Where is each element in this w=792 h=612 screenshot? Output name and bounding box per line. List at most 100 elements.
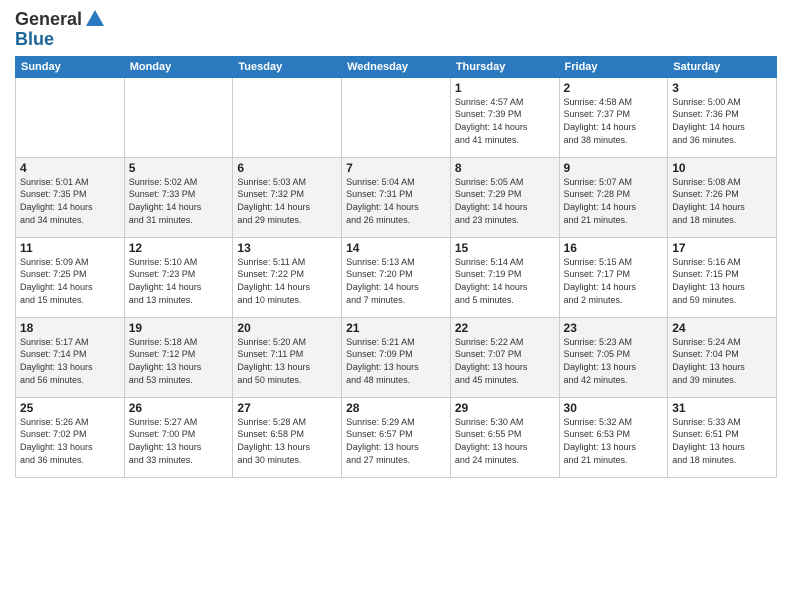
table-row: 9Sunrise: 5:07 AMSunset: 7:28 PMDaylight… — [559, 157, 668, 237]
table-row: 7Sunrise: 5:04 AMSunset: 7:31 PMDaylight… — [342, 157, 451, 237]
day-number: 16 — [564, 241, 664, 255]
day-number: 8 — [455, 161, 555, 175]
calendar-week-1: 4Sunrise: 5:01 AMSunset: 7:35 PMDaylight… — [16, 157, 777, 237]
day-info: Sunrise: 5:24 AMSunset: 7:04 PMDaylight:… — [672, 336, 772, 386]
day-info: Sunrise: 5:16 AMSunset: 7:15 PMDaylight:… — [672, 256, 772, 306]
day-info: Sunrise: 5:14 AMSunset: 7:19 PMDaylight:… — [455, 256, 555, 306]
table-row: 12Sunrise: 5:10 AMSunset: 7:23 PMDayligh… — [124, 237, 233, 317]
day-number: 26 — [129, 401, 229, 415]
table-row: 6Sunrise: 5:03 AMSunset: 7:32 PMDaylight… — [233, 157, 342, 237]
day-number: 18 — [20, 321, 120, 335]
day-number: 29 — [455, 401, 555, 415]
table-row: 5Sunrise: 5:02 AMSunset: 7:33 PMDaylight… — [124, 157, 233, 237]
table-row: 17Sunrise: 5:16 AMSunset: 7:15 PMDayligh… — [668, 237, 777, 317]
day-info: Sunrise: 5:07 AMSunset: 7:28 PMDaylight:… — [564, 176, 664, 226]
table-row: 31Sunrise: 5:33 AMSunset: 6:51 PMDayligh… — [668, 397, 777, 477]
day-info: Sunrise: 5:15 AMSunset: 7:17 PMDaylight:… — [564, 256, 664, 306]
day-number: 11 — [20, 241, 120, 255]
col-tuesday: Tuesday — [233, 56, 342, 77]
day-info: Sunrise: 5:27 AMSunset: 7:00 PMDaylight:… — [129, 416, 229, 466]
day-info: Sunrise: 5:05 AMSunset: 7:29 PMDaylight:… — [455, 176, 555, 226]
table-row: 22Sunrise: 5:22 AMSunset: 7:07 PMDayligh… — [450, 317, 559, 397]
day-number: 12 — [129, 241, 229, 255]
day-info: Sunrise: 5:30 AMSunset: 6:55 PMDaylight:… — [455, 416, 555, 466]
day-info: Sunrise: 5:10 AMSunset: 7:23 PMDaylight:… — [129, 256, 229, 306]
calendar-week-0: 1Sunrise: 4:57 AMSunset: 7:39 PMDaylight… — [16, 77, 777, 157]
day-info: Sunrise: 5:26 AMSunset: 7:02 PMDaylight:… — [20, 416, 120, 466]
table-row: 14Sunrise: 5:13 AMSunset: 7:20 PMDayligh… — [342, 237, 451, 317]
day-info: Sunrise: 5:23 AMSunset: 7:05 PMDaylight:… — [564, 336, 664, 386]
table-row: 20Sunrise: 5:20 AMSunset: 7:11 PMDayligh… — [233, 317, 342, 397]
table-row: 26Sunrise: 5:27 AMSunset: 7:00 PMDayligh… — [124, 397, 233, 477]
day-number: 9 — [564, 161, 664, 175]
day-info: Sunrise: 5:01 AMSunset: 7:35 PMDaylight:… — [20, 176, 120, 226]
day-info: Sunrise: 4:57 AMSunset: 7:39 PMDaylight:… — [455, 96, 555, 146]
day-number: 6 — [237, 161, 337, 175]
table-row: 13Sunrise: 5:11 AMSunset: 7:22 PMDayligh… — [233, 237, 342, 317]
table-row: 2Sunrise: 4:58 AMSunset: 7:37 PMDaylight… — [559, 77, 668, 157]
table-row: 27Sunrise: 5:28 AMSunset: 6:58 PMDayligh… — [233, 397, 342, 477]
table-row: 10Sunrise: 5:08 AMSunset: 7:26 PMDayligh… — [668, 157, 777, 237]
logo: General Blue — [15, 10, 106, 50]
table-row: 18Sunrise: 5:17 AMSunset: 7:14 PMDayligh… — [16, 317, 125, 397]
table-row: 11Sunrise: 5:09 AMSunset: 7:25 PMDayligh… — [16, 237, 125, 317]
col-friday: Friday — [559, 56, 668, 77]
table-row: 30Sunrise: 5:32 AMSunset: 6:53 PMDayligh… — [559, 397, 668, 477]
header: General Blue — [15, 10, 777, 50]
day-info: Sunrise: 5:00 AMSunset: 7:36 PMDaylight:… — [672, 96, 772, 146]
day-info: Sunrise: 5:04 AMSunset: 7:31 PMDaylight:… — [346, 176, 446, 226]
table-row: 25Sunrise: 5:26 AMSunset: 7:02 PMDayligh… — [16, 397, 125, 477]
day-number: 20 — [237, 321, 337, 335]
table-row: 21Sunrise: 5:21 AMSunset: 7:09 PMDayligh… — [342, 317, 451, 397]
calendar-week-2: 11Sunrise: 5:09 AMSunset: 7:25 PMDayligh… — [16, 237, 777, 317]
calendar-table: Sunday Monday Tuesday Wednesday Thursday… — [15, 56, 777, 478]
table-row: 15Sunrise: 5:14 AMSunset: 7:19 PMDayligh… — [450, 237, 559, 317]
day-info: Sunrise: 5:13 AMSunset: 7:20 PMDaylight:… — [346, 256, 446, 306]
day-number: 15 — [455, 241, 555, 255]
day-info: Sunrise: 5:02 AMSunset: 7:33 PMDaylight:… — [129, 176, 229, 226]
day-number: 23 — [564, 321, 664, 335]
table-row: 4Sunrise: 5:01 AMSunset: 7:35 PMDaylight… — [16, 157, 125, 237]
table-row: 16Sunrise: 5:15 AMSunset: 7:17 PMDayligh… — [559, 237, 668, 317]
day-number: 1 — [455, 81, 555, 95]
table-row: 8Sunrise: 5:05 AMSunset: 7:29 PMDaylight… — [450, 157, 559, 237]
day-info: Sunrise: 5:08 AMSunset: 7:26 PMDaylight:… — [672, 176, 772, 226]
day-number: 30 — [564, 401, 664, 415]
logo-general: General — [15, 10, 82, 30]
table-row: 3Sunrise: 5:00 AMSunset: 7:36 PMDaylight… — [668, 77, 777, 157]
day-info: Sunrise: 5:22 AMSunset: 7:07 PMDaylight:… — [455, 336, 555, 386]
day-info: Sunrise: 5:09 AMSunset: 7:25 PMDaylight:… — [20, 256, 120, 306]
day-number: 31 — [672, 401, 772, 415]
col-wednesday: Wednesday — [342, 56, 451, 77]
day-info: Sunrise: 5:33 AMSunset: 6:51 PMDaylight:… — [672, 416, 772, 466]
day-number: 4 — [20, 161, 120, 175]
day-info: Sunrise: 5:20 AMSunset: 7:11 PMDaylight:… — [237, 336, 337, 386]
table-row: 19Sunrise: 5:18 AMSunset: 7:12 PMDayligh… — [124, 317, 233, 397]
table-row — [124, 77, 233, 157]
day-number: 7 — [346, 161, 446, 175]
day-number: 21 — [346, 321, 446, 335]
day-number: 17 — [672, 241, 772, 255]
table-row — [16, 77, 125, 157]
col-thursday: Thursday — [450, 56, 559, 77]
table-row: 29Sunrise: 5:30 AMSunset: 6:55 PMDayligh… — [450, 397, 559, 477]
table-row: 24Sunrise: 5:24 AMSunset: 7:04 PMDayligh… — [668, 317, 777, 397]
calendar-week-4: 25Sunrise: 5:26 AMSunset: 7:02 PMDayligh… — [16, 397, 777, 477]
day-number: 28 — [346, 401, 446, 415]
day-info: Sunrise: 5:29 AMSunset: 6:57 PMDaylight:… — [346, 416, 446, 466]
table-row — [342, 77, 451, 157]
day-info: Sunrise: 5:17 AMSunset: 7:14 PMDaylight:… — [20, 336, 120, 386]
table-row: 28Sunrise: 5:29 AMSunset: 6:57 PMDayligh… — [342, 397, 451, 477]
page: General Blue Sunday Monday Tuesday Wedne… — [0, 0, 792, 612]
col-monday: Monday — [124, 56, 233, 77]
day-number: 13 — [237, 241, 337, 255]
day-number: 3 — [672, 81, 772, 95]
day-number: 19 — [129, 321, 229, 335]
table-row — [233, 77, 342, 157]
table-row: 23Sunrise: 5:23 AMSunset: 7:05 PMDayligh… — [559, 317, 668, 397]
day-number: 27 — [237, 401, 337, 415]
logo-icon — [84, 8, 106, 30]
day-info: Sunrise: 5:18 AMSunset: 7:12 PMDaylight:… — [129, 336, 229, 386]
day-info: Sunrise: 5:32 AMSunset: 6:53 PMDaylight:… — [564, 416, 664, 466]
day-number: 5 — [129, 161, 229, 175]
